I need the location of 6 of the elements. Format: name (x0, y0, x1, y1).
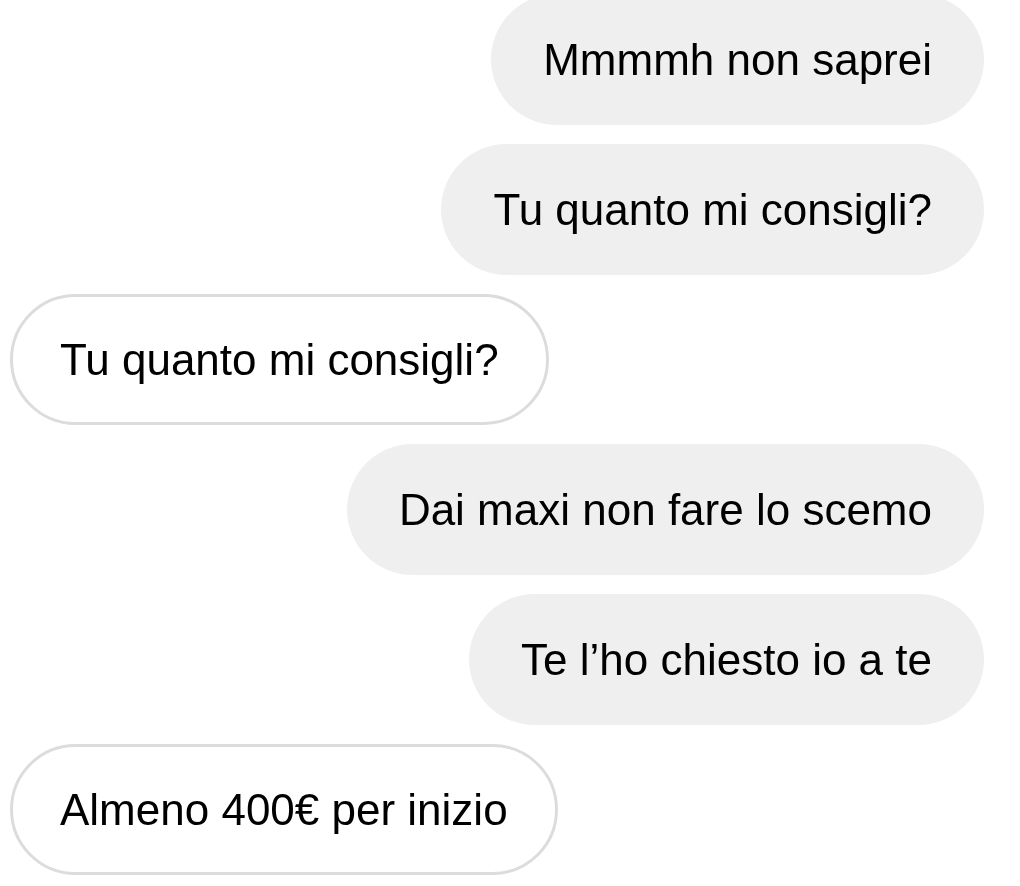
message-bubble: Mmmmh non saprei (491, 0, 984, 125)
message-bubble: Dai maxi non fare lo scemo (346, 444, 984, 575)
message-bubble: Tu quanto mi consigli? (10, 294, 549, 425)
message-bubble: Te l’ho chiesto io a te (469, 594, 984, 725)
message-bubble: Tu quanto mi consigli? (441, 144, 984, 275)
message-bubble: Almeno 400€ per inizio (10, 744, 558, 875)
